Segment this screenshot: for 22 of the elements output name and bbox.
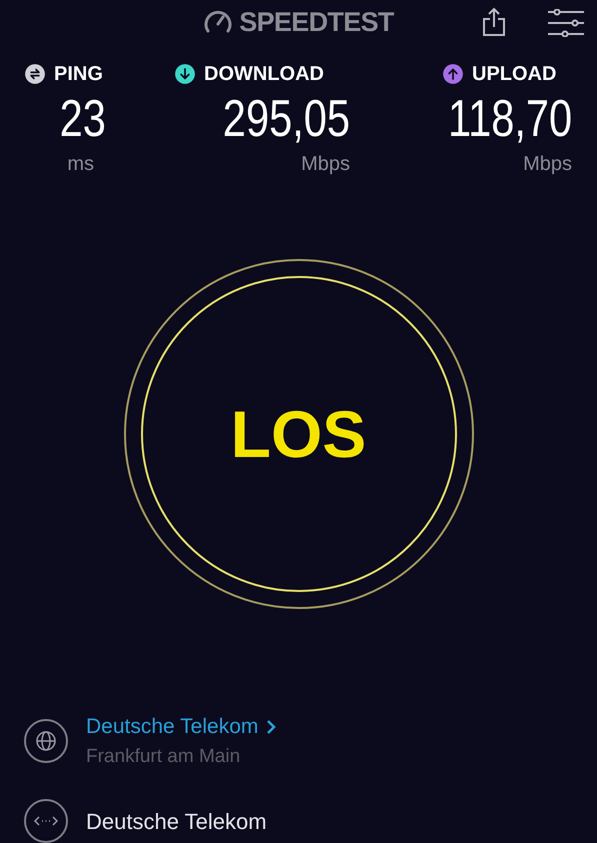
go-button[interactable]: LOS — [124, 259, 474, 609]
metric-value: 118,70 — [448, 92, 572, 145]
share-icon — [482, 7, 506, 37]
metric-label: UPLOAD — [472, 62, 556, 87]
globe-icon — [24, 719, 68, 763]
metric-unit: Mbps — [523, 152, 572, 177]
settings-button[interactable] — [546, 8, 586, 38]
app-logo: SPEEDTEST — [239, 6, 394, 40]
chevron-icon — [266, 718, 276, 735]
metric-unit: Mbps — [301, 152, 350, 177]
metric-value: 295,05 — [222, 92, 350, 145]
metric-unit: ms — [67, 152, 94, 177]
server-location: Frankfurt am Main — [86, 744, 242, 768]
gauge-icon — [203, 9, 234, 36]
server-link[interactable]: Deutsche Telekom — [86, 711, 276, 742]
metric-value: 23 — [60, 92, 106, 145]
metric-label: DOWNLOAD — [204, 62, 324, 87]
share-button[interactable] — [480, 6, 508, 38]
connection-icon — [24, 799, 68, 843]
provider-name: Deutsche Telekom — [86, 808, 267, 836]
metric-label: PING — [54, 62, 103, 87]
settings-icon — [547, 9, 585, 37]
